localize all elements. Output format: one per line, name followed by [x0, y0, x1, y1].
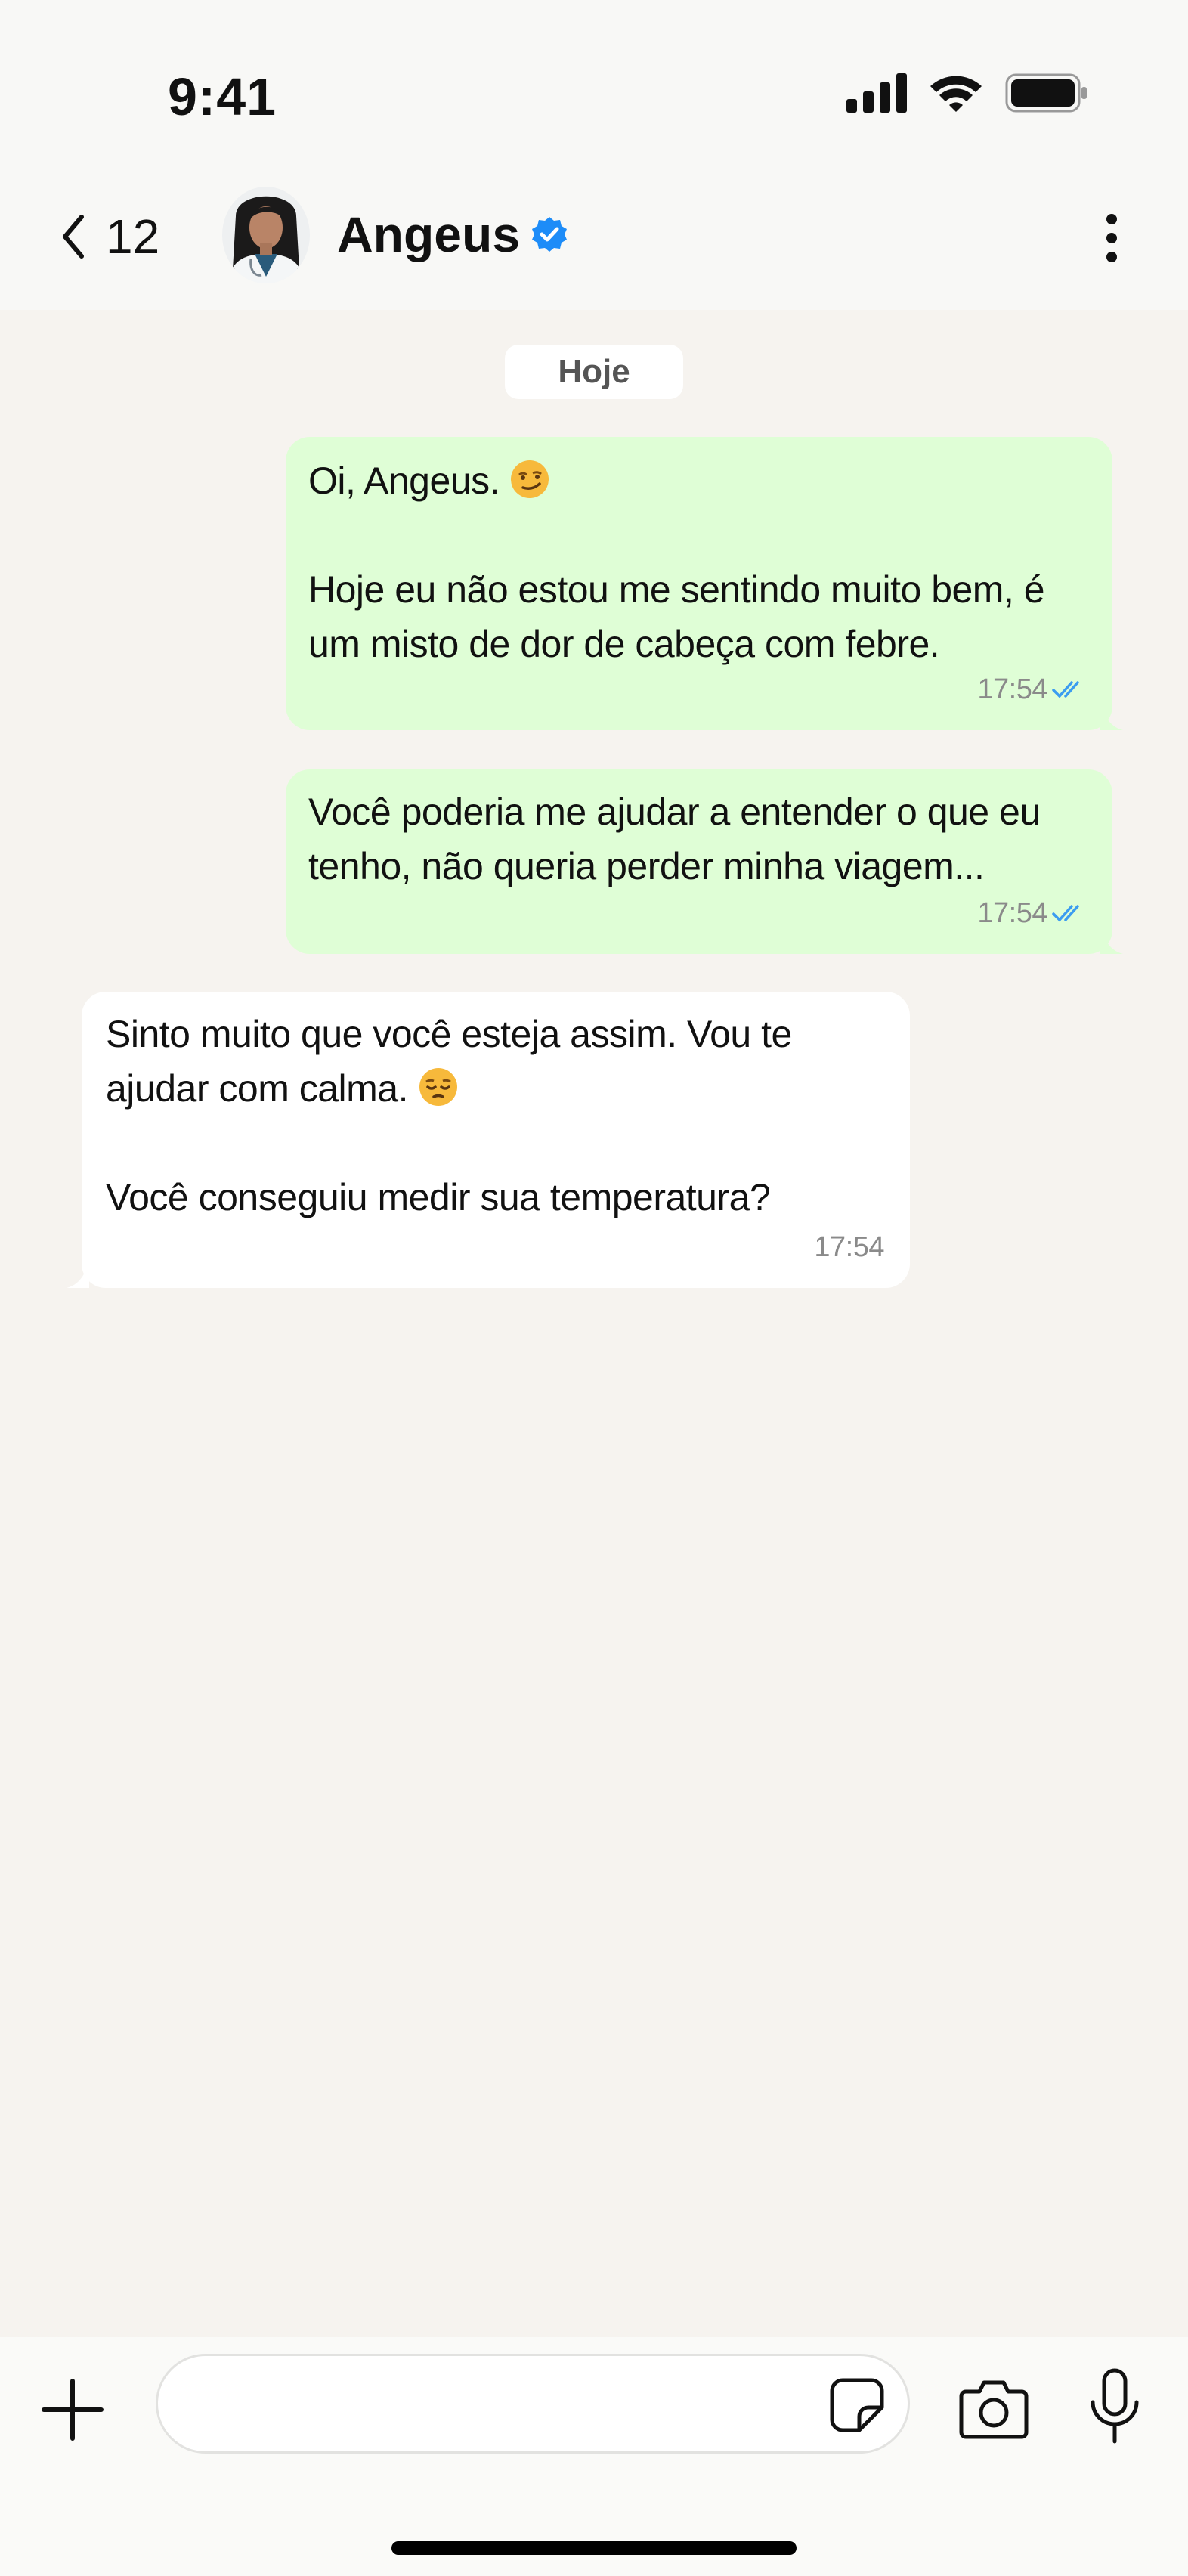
- chat-header: 12 Angeus: [0, 159, 1188, 310]
- message-time: 17:54: [977, 897, 1047, 929]
- battery-icon: [1005, 73, 1087, 113]
- message-meta: 17:54: [977, 886, 1087, 940]
- camera-icon[interactable]: [958, 2376, 1029, 2440]
- more-options-icon[interactable]: [1100, 212, 1123, 265]
- home-indicator: [391, 2541, 797, 2555]
- message-text: Você conseguiu medir sua temperatura?: [106, 1176, 771, 1218]
- smirk-face-icon: [511, 460, 549, 498]
- message-bubble-incoming[interactable]: Sinto muito que você esteja assim. Vou t…: [67, 992, 910, 1288]
- bubble-tail: [1100, 700, 1123, 730]
- date-separator: Hoje: [505, 345, 683, 399]
- message-text: Hoje eu não estou me sentindo muito bem,…: [308, 568, 1045, 665]
- message-text: Você poderia me ajudar a entender o que …: [308, 791, 1041, 887]
- status-time: 9:41: [168, 67, 277, 126]
- message-bubble-outgoing[interactable]: Você poderia me ajudar a entender o que …: [286, 769, 1123, 954]
- double-check-icon: [1052, 681, 1079, 698]
- message-text-line: Oi, Angeus.: [308, 460, 500, 502]
- sticker-icon[interactable]: [829, 2377, 885, 2433]
- chevron-left-icon: [63, 215, 84, 259]
- plus-icon[interactable]: [41, 2378, 104, 2441]
- cellular-signal-icon: [846, 73, 907, 113]
- message-input[interactable]: [156, 2354, 910, 2454]
- pensive-face-icon: [419, 1068, 458, 1106]
- status-bar: 9:41: [0, 0, 1188, 159]
- input-bar: [0, 2337, 1188, 2576]
- microphone-icon[interactable]: [1088, 2367, 1141, 2446]
- bubble-tail: [67, 1258, 89, 1288]
- message-time: 17:54: [977, 673, 1047, 705]
- message-meta: 17:54: [814, 1220, 884, 1274]
- avatar[interactable]: [221, 186, 311, 284]
- contact-info[interactable]: Angeus: [337, 206, 568, 263]
- status-icons: [846, 73, 1088, 113]
- bubble-tail: [1100, 924, 1123, 954]
- message-time: 17:54: [814, 1231, 884, 1263]
- verified-badge-icon: [532, 217, 568, 252]
- message-meta: 17:54: [977, 662, 1087, 717]
- message-bubble-outgoing[interactable]: Oi, Angeus. Hoje eu não estou me sentind…: [286, 437, 1123, 730]
- contact-name: Angeus: [337, 206, 521, 262]
- message-text: Oi, Angeus.: [308, 454, 1088, 508]
- back-button[interactable]: 12: [60, 203, 159, 271]
- message-text: Sinto muito que você esteja assim. Vou t…: [106, 1007, 869, 1116]
- double-check-icon: [1052, 905, 1079, 922]
- unread-count: 12: [106, 209, 160, 264]
- wifi-icon: [930, 76, 982, 112]
